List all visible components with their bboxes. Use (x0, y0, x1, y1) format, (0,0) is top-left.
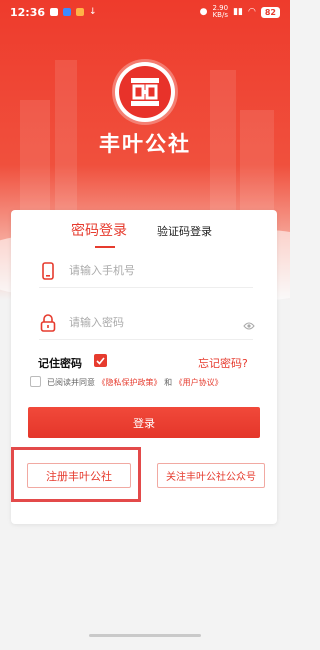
privacy-policy-link[interactable]: 《隐私保护政策》 (98, 378, 162, 387)
phone-field (39, 254, 253, 288)
app-notification-icon (76, 8, 85, 16)
tab-sms-login[interactable]: 验证码登录 (157, 223, 212, 239)
download-icon: ↓ (89, 7, 97, 17)
remember-password-label: 记住密码 (38, 357, 82, 370)
follow-official-account-button[interactable]: 关注丰叶公社公众号 (157, 463, 265, 488)
login-card: 密码登录 验证码登录 记住密码 忘记密码? 已阅读并同意 《隐私保护政策》 和 … (11, 210, 277, 524)
app-logo (115, 62, 175, 122)
login-button[interactable]: 登录 (28, 407, 260, 438)
signal-icon: ▮▮ (233, 7, 243, 17)
remember-password-checkbox[interactable] (94, 354, 107, 367)
telegram-icon (63, 8, 72, 16)
status-bar: 12:36 ↓ ● 2.90 KB/s ▮▮ ◠ 82 (0, 0, 290, 24)
register-button[interactable]: 注册丰叶公社 (27, 463, 131, 488)
status-time: 12:36 (10, 5, 46, 19)
logo-icon (131, 78, 159, 106)
phone-input[interactable] (69, 264, 229, 277)
check-icon (96, 356, 105, 365)
wifi-icon: ◠ (248, 7, 256, 17)
home-indicator[interactable] (89, 634, 201, 637)
lock-icon (39, 313, 57, 332)
eye-icon[interactable] (243, 316, 255, 335)
alarm-icon: ● (199, 7, 208, 17)
agree-checkbox[interactable] (30, 376, 41, 387)
password-field (39, 306, 255, 340)
password-input[interactable] (69, 316, 229, 329)
forgot-password-link[interactable]: 忘记密码? (198, 355, 248, 371)
app-name: 丰叶公社 (99, 132, 191, 156)
net-speed: 2.90 KB/s (212, 4, 229, 19)
notification-icon (50, 8, 59, 16)
login-tabs: 密码登录 验证码登录 (11, 218, 277, 248)
active-tab-indicator (95, 246, 115, 248)
phone-icon (39, 261, 57, 280)
battery-icon: 82 (260, 6, 280, 18)
agreement-text: 已阅读并同意 《隐私保护政策》 和 《用户协议》 (47, 378, 223, 387)
tab-password-login[interactable]: 密码登录 (71, 220, 127, 240)
user-agreement-link[interactable]: 《用户协议》 (175, 378, 223, 387)
